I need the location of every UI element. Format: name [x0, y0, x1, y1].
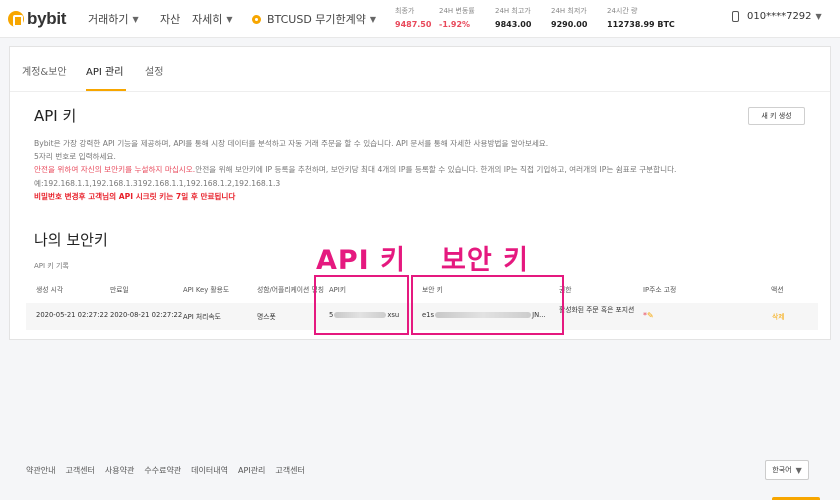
create-new-key-button[interactable]: 새 키 생성 [748, 107, 805, 125]
bybit-logo-icon [8, 11, 24, 27]
stat-label: 24H 최저가 [551, 7, 587, 15]
tab-api-management[interactable]: API 관리 [86, 63, 123, 78]
tab-settings[interactable]: 설정 [145, 63, 163, 78]
logo-text: bybit [27, 9, 67, 28]
language-label: 한국어 [772, 466, 792, 474]
footer-link[interactable]: 고객센터 [275, 465, 304, 476]
cell-expires: 2020-08-21 02:27:22 [110, 311, 183, 319]
user-phone: 010****7292 [747, 11, 812, 22]
annotation-api-key-label: API 키 [316, 245, 406, 276]
nav-contract[interactable]: BTCUSD 무기한계약 ▼ [252, 11, 376, 27]
footer-link[interactable]: 사용약관 [105, 465, 134, 476]
stat-label: 24H 최고가 [495, 7, 531, 15]
col-ip-lock: IP주소 고정 [643, 286, 677, 294]
annotation-secret-key-box [411, 275, 564, 335]
api-key-title: API 키 [34, 107, 77, 125]
nav-contract-label: BTCUSD 무기한계약 [267, 13, 366, 26]
stat-value: 9843.00 [495, 20, 532, 29]
my-keys-title: 나의 보안키 [34, 231, 108, 249]
ip-register-text: 안전을 위해 보안키에 IP 등록을 추천하며, 보안키당 최대 4개의 IP를… [195, 165, 677, 174]
api-security-notice: 안전을 위하여 자신의 보안키를 누설하지 마십시오.안전을 위해 보안키에 I… [34, 164, 676, 175]
annotation-secret-key-label: 보안 키 [441, 245, 529, 276]
nav-trade-label: 거래하기 [88, 13, 129, 26]
nav-assets-label: 자산 [160, 13, 181, 26]
api-description-line2: 5자리 번호로 입력하세요. [34, 152, 116, 161]
chevron-down-icon: ▼ [132, 14, 139, 24]
language-select[interactable]: 한국어 ▼ [765, 460, 809, 480]
tabs-divider [10, 91, 830, 92]
chevron-down-icon: ▼ [815, 12, 822, 21]
delete-key-link[interactable]: 삭제 [772, 311, 785, 321]
nav-trade[interactable]: 거래하기 ▼ [88, 11, 139, 27]
cell-permission: 활성화된 주문 혹은 포지션 [559, 306, 635, 314]
btc-coin-icon [252, 14, 261, 24]
cell-name: 명스폿 [257, 313, 276, 321]
col-usage: API Key 활용도 [183, 286, 230, 294]
user-account[interactable]: 010****7292 ▼ [732, 11, 822, 22]
stat-label: 24시간 량 [607, 7, 638, 15]
stat-24h-volume: 24시간 량 112738.99 BTC [607, 6, 675, 29]
stat-24h-low: 24H 최저가 9290.00 [551, 6, 587, 29]
footer-link[interactable]: 약관안내 [26, 465, 55, 476]
footer-link[interactable]: 수수료약관 [144, 465, 181, 476]
stat-label: 최종가 [395, 7, 415, 15]
ip-example: 예:192.168.1.1,192.168.1.3192.168.1.1,192… [34, 179, 281, 188]
footer-link[interactable]: 고객센터 [65, 465, 94, 476]
tab-account-security[interactable]: 계정&보안 [22, 63, 67, 78]
stat-value: -1.92% [439, 20, 471, 29]
chevron-down-icon: ▼ [795, 465, 802, 475]
cell-created: 2020-05-21 02:27:22 [36, 311, 109, 319]
footer-links: 약관안내 고객센터 사용약관 수수료약관 데이터내역 API관리 고객센터 [26, 465, 315, 476]
top-nav: bybit 거래하기 ▼ 자산 자세히 ▼ BTCUSD 무기한계약 ▼ 최종가… [0, 0, 840, 38]
api-description: Bybit은 가장 강력한 API 기능을 제공하며, API를 통해 시장 데… [34, 139, 549, 148]
footer-link[interactable]: API관리 [238, 465, 265, 476]
chevron-down-icon: ▼ [226, 14, 233, 24]
nav-assets[interactable]: 자산 [160, 11, 180, 27]
stat-24h-change: 24H 변동률 -1.92% [439, 6, 475, 29]
stat-last-price: 최종가 9487.50 [395, 6, 431, 29]
stat-24h-high: 24H 최고가 9843.00 [495, 6, 531, 29]
phone-icon [732, 11, 739, 22]
api-key-history-label: API 키 기록 [34, 262, 69, 270]
chevron-down-icon: ▼ [369, 14, 377, 24]
stat-value: 9487.50 [395, 20, 432, 29]
col-action: 액션 [771, 286, 784, 294]
stat-label: 24H 변동률 [439, 7, 475, 15]
edit-icon[interactable]: ✎ [647, 311, 654, 320]
footer-link[interactable]: 데이터내역 [191, 465, 228, 476]
bybit-logo[interactable]: bybit [8, 9, 66, 29]
security-warning-text: 안전을 위하여 자신의 보안키를 누설하지 마십시오. [34, 165, 196, 174]
expiry-warning: 비밀번호 변경후 고객님의 API 시크릿 키는 7일 후 만료됩니다 [34, 192, 236, 201]
nav-more[interactable]: 자세히 ▼ [192, 11, 233, 27]
cell-ip-lock: *✎ [643, 311, 654, 320]
col-expires: 만료일 [110, 286, 129, 294]
nav-more-label: 자세히 [192, 13, 223, 26]
annotation-api-key-box [314, 275, 409, 335]
stat-value: 112738.99 BTC [607, 20, 675, 29]
col-created: 생성 시각 [36, 286, 64, 294]
stat-value: 9290.00 [551, 20, 588, 29]
cell-usage: API 처리속도 [183, 313, 221, 321]
